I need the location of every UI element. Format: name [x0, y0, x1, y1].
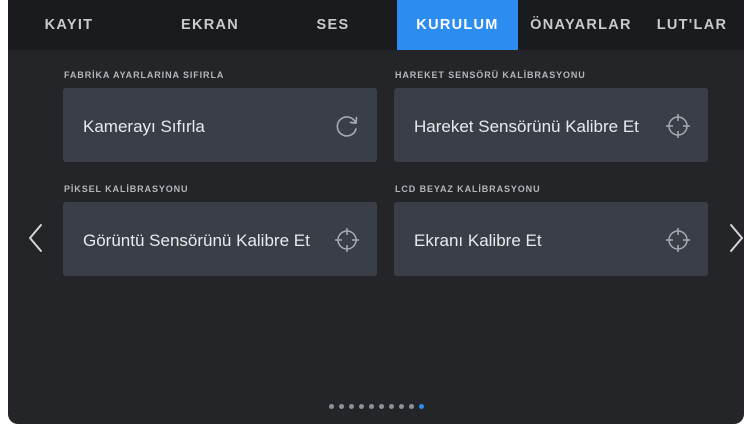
previous-page-button[interactable]: [26, 222, 46, 254]
crosshair-icon: [664, 226, 692, 254]
next-page-button[interactable]: [726, 222, 744, 254]
tab-lutlar[interactable]: LUT'LAR: [644, 0, 740, 50]
pixel-calibration-heading: PİKSEL KALİBRASYONU: [64, 184, 189, 194]
page-dot[interactable]: [388, 404, 394, 409]
calibrate-motion-sensor-label: Hareket Sensörünü Kalibre Et: [414, 117, 639, 136]
page-dot[interactable]: [408, 404, 414, 409]
tab-onayarlar[interactable]: ÖNAYARLAR: [522, 0, 640, 50]
tab-ekran[interactable]: EKRAN: [168, 0, 252, 50]
setup-screen: KAYIT EKRAN SES KURULUM ÖNAYARLAR LUT'LA…: [8, 0, 744, 424]
calibrate-image-sensor-label: Görüntü Sensörünü Kalibre Et: [83, 231, 310, 250]
page-dot[interactable]: [338, 404, 344, 409]
page-indicator: [8, 404, 744, 412]
motion-sensor-heading: HAREKET SENSÖRÜ KALİBRASYONU: [395, 70, 586, 80]
page-dot[interactable]: [358, 404, 364, 409]
tab-kayit[interactable]: KAYIT: [34, 0, 104, 50]
calibrate-display-label: Ekranı Kalibre Et: [414, 231, 542, 250]
chevron-right-icon: [730, 224, 743, 252]
tab-kurulum[interactable]: KURULUM: [397, 0, 518, 50]
page-dot[interactable]: [348, 404, 354, 409]
crosshair-icon: [664, 112, 692, 140]
calibrate-display-button[interactable]: Ekranı Kalibre Et: [394, 202, 708, 276]
tab-bar: KAYIT EKRAN SES KURULUM ÖNAYARLAR LUT'LA…: [8, 0, 744, 50]
page-dot[interactable]: [368, 404, 374, 409]
tab-ses[interactable]: SES: [304, 0, 362, 50]
lcd-white-heading: LCD BEYAZ KALİBRASYONU: [395, 184, 541, 194]
calibrate-motion-sensor-button[interactable]: Hareket Sensörünü Kalibre Et: [394, 88, 708, 162]
reset-camera-button[interactable]: Kamerayı Sıfırla: [63, 88, 377, 162]
reset-icon: [333, 112, 361, 140]
chevron-left-icon: [29, 224, 42, 252]
calibrate-image-sensor-button[interactable]: Görüntü Sensörünü Kalibre Et: [63, 202, 377, 276]
factory-reset-heading: FABRİKA AYARLARINA SIFIRLA: [64, 70, 225, 80]
reset-camera-label: Kamerayı Sıfırla: [83, 117, 205, 136]
page-dot[interactable]: [378, 404, 384, 409]
page-dot[interactable]: [398, 404, 404, 409]
page-dot[interactable]: [328, 404, 334, 409]
page-dot-active[interactable]: [418, 404, 424, 409]
crosshair-icon: [333, 226, 361, 254]
